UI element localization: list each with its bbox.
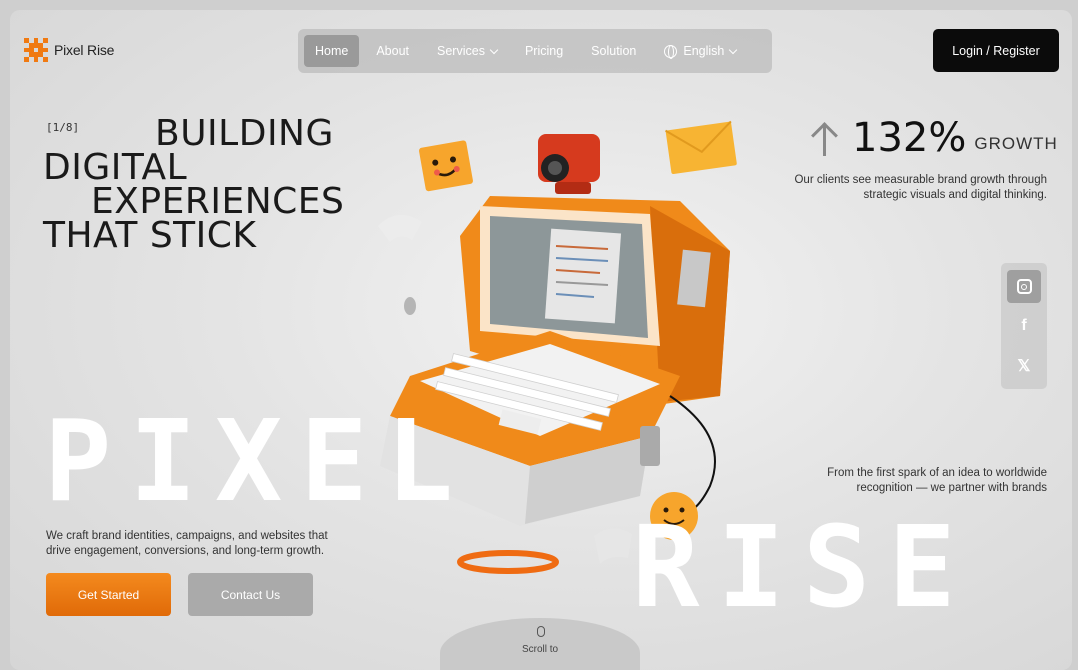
nav-home[interactable]: Home bbox=[304, 35, 360, 67]
arc-shape-2 bbox=[594, 528, 632, 564]
nav-about[interactable]: About bbox=[365, 35, 420, 67]
instagram-icon bbox=[1016, 279, 1032, 294]
nav-services-label: Services bbox=[437, 44, 485, 58]
main-nav: Home About Services Pricing Solution Eng… bbox=[298, 29, 772, 73]
headline-line-1: BUILDING bbox=[155, 113, 334, 154]
chevron-down-icon bbox=[489, 45, 499, 54]
globe-icon bbox=[664, 44, 678, 59]
pixel-word-2: RISE bbox=[632, 503, 974, 633]
x-icon: 𝕏 bbox=[1017, 357, 1031, 375]
x-link[interactable]: 𝕏 bbox=[1007, 349, 1041, 382]
brand-name: Pixel Rise bbox=[54, 42, 115, 58]
arrow-up-icon bbox=[810, 120, 840, 158]
instagram-link[interactable] bbox=[1007, 270, 1041, 303]
scroll-label: Scroll to bbox=[521, 644, 559, 655]
growth-stat: 132% GROWTH bbox=[810, 118, 1058, 158]
facebook-icon: f bbox=[1021, 316, 1027, 334]
headline-line-4: THAT STICK bbox=[43, 215, 257, 256]
get-started-button[interactable]: Get Started bbox=[46, 573, 171, 616]
social-bar: f 𝕏 bbox=[1001, 263, 1047, 389]
headline-line-3-wrap: EXPERIENCES bbox=[43, 184, 344, 220]
language-label: English bbox=[683, 44, 725, 58]
growth-label: GROWTH bbox=[974, 134, 1058, 153]
hero-description: We craft brand identities, campaigns, an… bbox=[46, 530, 328, 557]
login-register-button[interactable]: Login / Register bbox=[933, 29, 1059, 72]
facebook-link[interactable]: f bbox=[1007, 309, 1041, 342]
mouse-icon bbox=[537, 626, 545, 637]
pebble-shape bbox=[404, 297, 416, 315]
nav-pricing[interactable]: Pricing bbox=[514, 35, 574, 67]
growth-description: Our clients see measurable brand growth … bbox=[794, 174, 1047, 201]
arc-shape bbox=[378, 214, 422, 242]
webcam-icon bbox=[538, 134, 600, 194]
headline-line-2: DIGITAL bbox=[43, 147, 188, 188]
nav-solution[interactable]: Solution bbox=[580, 35, 647, 67]
language-selector[interactable]: English bbox=[653, 35, 747, 67]
hero-headline: BUILDING DIGITAL EXPERIENCES THAT STICK bbox=[43, 113, 344, 256]
pixel-word-1: PIXEL bbox=[44, 397, 472, 527]
partner-text: From the first spark of an idea to world… bbox=[827, 467, 1047, 494]
pixel-logo-icon bbox=[24, 38, 48, 62]
logo[interactable]: Pixel Rise bbox=[24, 38, 114, 62]
nav-services[interactable]: Services bbox=[426, 35, 508, 67]
chevron-down-icon bbox=[729, 45, 738, 54]
contact-us-button[interactable]: Contact Us bbox=[188, 573, 313, 616]
envelope-icon bbox=[665, 120, 737, 174]
growth-value: 132% bbox=[852, 115, 967, 161]
ring-shape bbox=[457, 550, 559, 574]
smiley-note-icon bbox=[419, 140, 473, 192]
hero-frame: Pixel Rise Home About Services Pricing S… bbox=[10, 10, 1072, 670]
